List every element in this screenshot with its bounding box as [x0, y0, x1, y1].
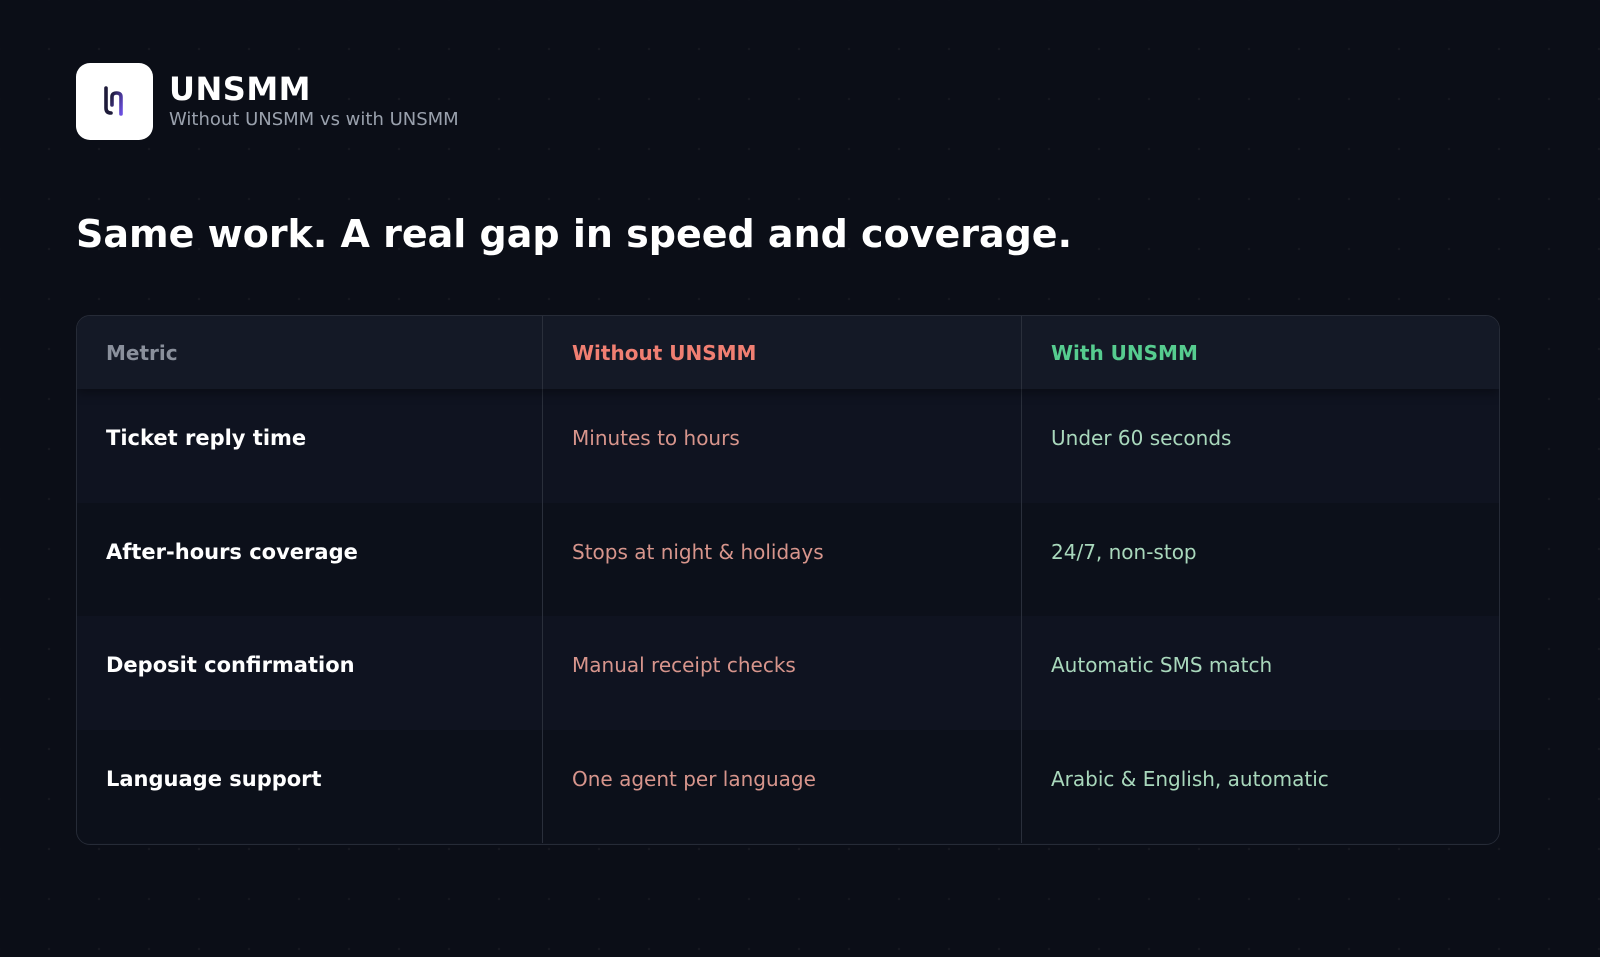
unsmm-logo-icon — [76, 62, 153, 140]
brand-header: UNSMM Without UNSMM vs with UNSMM — [76, 62, 459, 140]
table-row: After-hours coverage Stops at night & ho… — [77, 502, 1499, 616]
header-with-unsmm: With UNSMM — [1051, 340, 1198, 365]
row-metric: Ticket reply time — [77, 389, 543, 503]
comparison-table: Metric Without UNSMM With UNSMM Ticket r… — [76, 315, 1500, 845]
brand-text: UNSMM Without UNSMM vs with UNSMM — [169, 71, 459, 131]
table-row: Language support One agent per language … — [77, 729, 1499, 843]
row-metric: After-hours coverage — [77, 502, 543, 616]
brand-name: UNSMM — [169, 70, 311, 108]
row-without-value: Manual receipt checks — [543, 616, 1022, 730]
table-body: Ticket reply time Minutes to hours Under… — [77, 389, 1499, 843]
row-metric: Deposit confirmation — [77, 616, 543, 730]
brand-subtitle: Without UNSMM vs with UNSMM — [169, 109, 459, 130]
header-without-unsmm: Without UNSMM — [543, 316, 1022, 389]
row-without-value: Stops at night & holidays — [543, 502, 1022, 616]
row-with-value: Automatic SMS match — [1051, 653, 1273, 677]
row-with-value: 24/7, non-stop — [1051, 539, 1197, 564]
row-with-value: Arabic & English, automatic — [1051, 766, 1329, 791]
row-with-value: Under 60 seconds — [1051, 426, 1232, 450]
row-without-value: One agent per language — [543, 729, 1022, 843]
page-headline: Same work. A real gap in speed and cover… — [76, 212, 1073, 256]
table-row: Deposit confirmation Manual receipt chec… — [77, 616, 1499, 730]
table-header-row: Metric Without UNSMM With UNSMM — [77, 316, 1499, 389]
header-metric: Metric — [77, 316, 543, 389]
row-metric: Language support — [77, 729, 543, 843]
row-without-value: Minutes to hours — [543, 389, 1022, 503]
table-row: Ticket reply time Minutes to hours Under… — [77, 389, 1499, 503]
